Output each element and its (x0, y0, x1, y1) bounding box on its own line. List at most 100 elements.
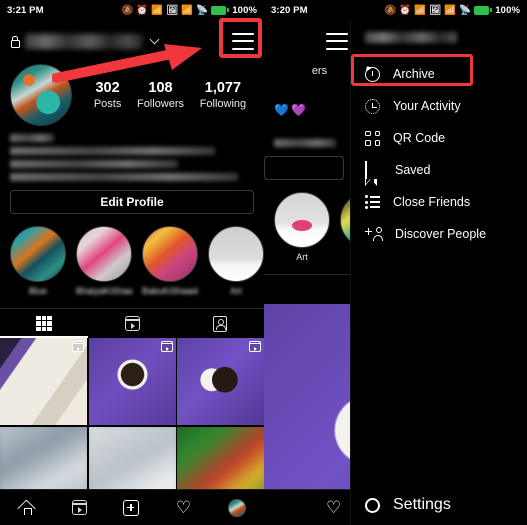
tab-reels[interactable] (88, 309, 176, 338)
tab-tagged[interactable] (176, 309, 264, 338)
highlight-thumb (274, 192, 330, 248)
reels-badge-icon (160, 341, 173, 352)
screenshot-root: 3:21 PM 🔕 ⏰ 📶 🖼 📶 📡 100% 302 Posts 108 F… (0, 0, 527, 525)
home-icon[interactable] (18, 500, 35, 515)
edit-profile-button-partial[interactable] (264, 156, 344, 180)
post-item[interactable] (88, 338, 176, 425)
tagged-icon (213, 315, 227, 332)
left-phone-screenshot: 3:21 PM 🔕 ⏰ 📶 🖼 📶 📡 100% 302 Posts 108 F… (0, 0, 264, 525)
battery-percent: 100% (232, 4, 257, 16)
bio-line (10, 134, 54, 142)
settings-label: Settings (393, 496, 451, 513)
wifi-icon: 📡 (196, 4, 209, 16)
followers-label: Followers (136, 97, 185, 110)
highlight-art[interactable]: Art (208, 226, 264, 296)
username-blurred[interactable] (25, 33, 143, 49)
stat-posts[interactable]: 302 Posts (94, 80, 122, 111)
bio-line (274, 139, 336, 147)
profile-avatar[interactable] (10, 64, 72, 126)
highlight-label: Art (230, 286, 242, 296)
post-item[interactable] (177, 338, 264, 425)
reels-icon (124, 316, 140, 331)
right-phone-screenshot: 3:20 PM 🔕 ⏰ 📶 🖼 📶 📡 100% ers 💙💜 Art ♡ Ar… (264, 0, 527, 525)
profile-stats-row: 302 Posts 108 Followers 1,077 Following (0, 62, 264, 126)
post-item[interactable] (0, 338, 87, 425)
stat-followers-partial[interactable]: ers (312, 64, 327, 95)
archive-clock-icon (365, 66, 380, 82)
menu-item-archive[interactable]: Archive (351, 54, 527, 90)
highlight-label: BabuKiShaadi (142, 286, 198, 296)
edit-profile-button[interactable]: Edit Profile (10, 190, 254, 214)
chevron-down-icon[interactable] (149, 34, 160, 45)
story-highlights-row: Blue BhaiyaKiShaadi BabuKiShaadi Art Dan… (0, 214, 264, 296)
gear-icon (365, 497, 380, 513)
reels-badge-icon (249, 341, 261, 352)
stat-followers[interactable]: 108 Followers (137, 80, 184, 111)
hamburger-menu-icon[interactable] (326, 32, 348, 50)
bio-line (10, 160, 178, 168)
battery-percent: 100% (495, 4, 520, 16)
profile-header (0, 20, 264, 62)
highlight-thumb (10, 226, 66, 282)
highlight-thumb (208, 226, 264, 282)
bio-line (10, 173, 238, 181)
highlight-babu[interactable]: BabuKiShaadi (142, 226, 198, 296)
add-person-icon (365, 226, 383, 242)
following-label: Following (199, 97, 247, 110)
drawer-menu-list: Archive Your Activity QR Code Saved Clos… (351, 54, 527, 250)
add-post-icon[interactable] (123, 499, 140, 516)
alarm-icon: ⏰ (399, 4, 412, 16)
menu-item-label: Discover People (395, 227, 487, 241)
following-count: 1,077 (204, 79, 242, 96)
menu-item-qr-code[interactable]: QR Code (351, 122, 527, 154)
sim-icon: 🖼 (166, 4, 179, 16)
highlight-blue[interactable]: Blue (10, 226, 66, 296)
mute-icon: 🔕 (121, 4, 134, 16)
profile-tabs (0, 308, 264, 338)
heart-icon[interactable]: ♡ (326, 499, 341, 516)
posts-label: Posts (93, 97, 122, 110)
heart-icon[interactable]: ♡ (176, 499, 191, 516)
reels-icon[interactable] (71, 500, 87, 515)
posts-count: 302 (95, 79, 120, 96)
menu-item-label: QR Code (393, 131, 446, 145)
status-bar-right: 3:20 PM 🔕 ⏰ 📶 🖼 📶 📡 100% (264, 0, 527, 20)
drawer-username[interactable] (351, 20, 527, 54)
side-drawer-menu: Archive Your Activity QR Code Saved Clos… (350, 20, 527, 525)
signal2-icon: 📶 (181, 4, 194, 16)
signal-icon: 📶 (414, 4, 427, 16)
tab-grid[interactable] (0, 309, 88, 338)
battery-icon (211, 5, 229, 15)
battery-icon (474, 5, 492, 15)
stat-following[interactable]: 1,077 Following (200, 80, 246, 111)
sim-icon: 🖼 (429, 4, 442, 16)
qr-code-icon (365, 130, 380, 146)
menu-item-saved[interactable]: Saved (351, 154, 527, 186)
followers-label: ers (311, 65, 328, 77)
menu-item-close-friends[interactable]: Close Friends (351, 186, 527, 218)
menu-item-label: Saved (395, 163, 431, 177)
edit-profile-label: Edit Profile (100, 195, 164, 209)
highlight-label: Art (296, 252, 308, 262)
list-icon (365, 195, 380, 210)
hamburger-menu-icon[interactable] (232, 32, 254, 50)
highlight-bhaiya[interactable]: BhaiyaKiShaadi (76, 226, 132, 296)
signal-icon: 📶 (151, 4, 164, 16)
highlight-label: Blue (28, 286, 47, 296)
profile-bio (0, 126, 264, 181)
wifi-icon: 📡 (459, 4, 472, 16)
menu-item-settings[interactable]: Settings (351, 491, 527, 519)
mute-icon: 🔕 (384, 4, 397, 16)
menu-item-label: Close Friends (393, 195, 471, 209)
bookmark-icon (365, 160, 382, 179)
profile-avatar[interactable] (227, 498, 246, 517)
highlight-label: BhaiyaKiShaadi (76, 286, 132, 296)
status-bar-left: 3:21 PM 🔕 ⏰ 📶 🖼 📶 📡 100% (0, 0, 264, 20)
highlight-art[interactable]: Art (274, 192, 330, 262)
bottom-navigation-left: ♡ (0, 489, 264, 525)
menu-item-discover-people[interactable]: Discover People (351, 218, 527, 250)
followers-count: 108 (148, 79, 173, 96)
grid-icon (36, 315, 52, 332)
alarm-icon: ⏰ (136, 4, 149, 16)
menu-item-your-activity[interactable]: Your Activity (351, 90, 527, 122)
